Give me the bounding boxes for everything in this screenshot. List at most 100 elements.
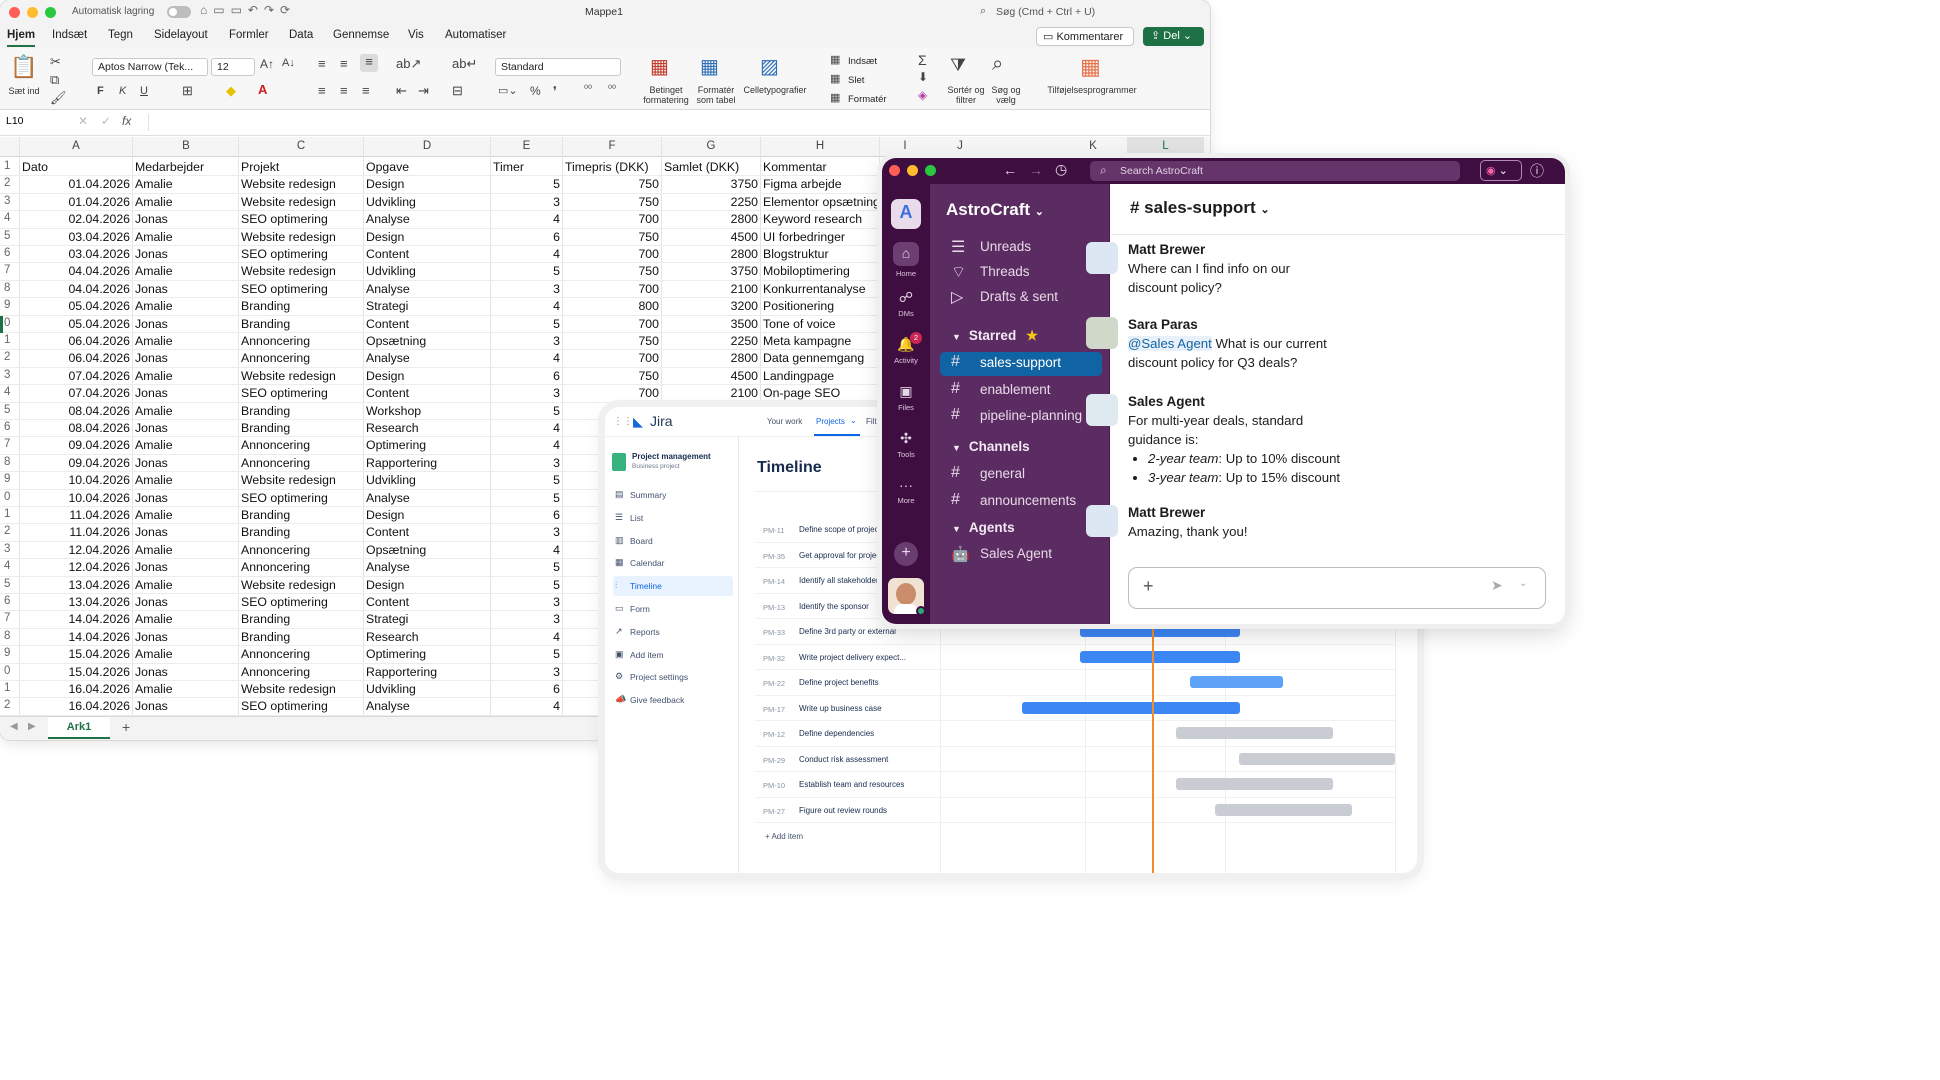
table-cell[interactable]: Website redesign	[241, 230, 363, 244]
timeline-row[interactable]: PM-17 Write up business case	[755, 696, 1395, 721]
row-number[interactable]: 2	[4, 351, 18, 363]
table-cell[interactable]: 09.04.2026	[20, 456, 130, 470]
fill-color-icon[interactable]: ◆	[226, 83, 236, 99]
excel-search-input[interactable]: Søg (Cmd + Ctrl + U)	[996, 6, 1095, 18]
table-cell[interactable]: Opsætning	[366, 334, 490, 348]
table-cell[interactable]: Strategi	[366, 299, 490, 313]
table-cell[interactable]: 5	[491, 264, 560, 278]
timeline-bar[interactable]	[1190, 676, 1283, 688]
row-number[interactable]: 1	[4, 160, 18, 172]
timeline-row[interactable]: PM-10 Establish team and resources	[755, 772, 1395, 798]
mention-sales-agent[interactable]: @Sales Agent	[1128, 336, 1212, 351]
column-header-k[interactable]: K	[1060, 140, 1126, 152]
prev-sheet-icon[interactable]: ◀	[10, 721, 18, 732]
item-key[interactable]: PM-14	[763, 577, 785, 586]
table-cell[interactable]: 5	[491, 560, 560, 574]
align-center-icon[interactable]: ≡	[340, 83, 348, 98]
delete-cells-label[interactable]: Slet	[848, 75, 864, 86]
table-cell[interactable]: SEO optimering	[241, 282, 363, 296]
sheet-tab-ark1[interactable]: Ark1	[48, 717, 110, 739]
item-key[interactable]: PM-29	[763, 756, 785, 765]
back-arrow-icon[interactable]: ←	[1003, 162, 1017, 178]
sidebar-item-summary[interactable]: ▤ Summary	[613, 485, 733, 505]
table-cell[interactable]: 750	[563, 369, 659, 383]
tab-sidelayout[interactable]: Sidelayout	[154, 29, 208, 41]
table-cell[interactable]: Jonas	[135, 212, 239, 226]
message-author[interactable]: Sara Paras	[1128, 315, 1548, 334]
table-cell[interactable]: 05.04.2026	[20, 299, 130, 313]
table-cell[interactable]: Amalie	[135, 682, 239, 696]
row-number[interactable]: 0	[4, 665, 18, 677]
format-cells-label[interactable]: Formatér	[848, 94, 887, 105]
table-cell[interactable]: Branding	[241, 421, 363, 435]
nav-your-work[interactable]: Your work	[767, 417, 802, 426]
table-cell[interactable]: 2250	[662, 334, 758, 348]
row-number[interactable]: 8	[4, 630, 18, 642]
table-cell[interactable]: Udvikling	[366, 264, 490, 278]
slack-zoom-button[interactable]	[925, 165, 936, 176]
table-cell[interactable]: 11.04.2026	[20, 508, 130, 522]
table-cell[interactable]: Annoncering	[241, 351, 363, 365]
row-number[interactable]: 3	[4, 369, 18, 381]
table-cell[interactable]: Analyse	[366, 699, 490, 713]
table-cell[interactable]: 4	[491, 438, 560, 452]
table-cell[interactable]: Analyse	[366, 560, 490, 574]
table-cell[interactable]: SEO optimering	[241, 247, 363, 261]
row-number[interactable]: 1	[4, 334, 18, 346]
row-number[interactable]: 8	[4, 456, 18, 468]
number-format-select[interactable]: Standard	[495, 58, 621, 76]
table-cell[interactable]: 4	[491, 212, 560, 226]
row-number[interactable]: 5	[4, 230, 18, 242]
font-size-select[interactable]: 12	[211, 58, 255, 76]
header-cell[interactable]: Timer	[493, 160, 562, 174]
table-cell[interactable]: 3	[491, 456, 560, 470]
table-cell[interactable]: 15.04.2026	[20, 647, 130, 661]
row-number[interactable]: 9	[4, 473, 18, 485]
table-cell[interactable]: Strategi	[366, 612, 490, 626]
workspace-logo-icon[interactable]: A	[891, 199, 921, 229]
table-cell[interactable]: SEO optimering	[241, 491, 363, 505]
decrease-indent-icon[interactable]: ⇤	[396, 83, 407, 99]
table-cell[interactable]: 12.04.2026	[20, 560, 130, 574]
column-header-f[interactable]: F	[563, 140, 661, 152]
table-cell[interactable]: Jonas	[135, 351, 239, 365]
tab-automatiser[interactable]: Automatiser	[445, 29, 506, 41]
table-cell[interactable]: 750	[563, 264, 659, 278]
table-cell[interactable]: 3	[491, 386, 560, 400]
insert-cells-icon[interactable]: ▦	[830, 53, 840, 66]
table-cell[interactable]: 14.04.2026	[20, 630, 130, 644]
timeline-row[interactable]: PM-12 Define dependencies	[755, 721, 1395, 747]
table-cell[interactable]: 3750	[662, 264, 758, 278]
autosum-icon[interactable]: Σ	[918, 52, 927, 68]
header-cell[interactable]: Timepris (DKK)	[565, 160, 661, 174]
font-name-select[interactable]: Aptos Narrow (Tek...	[92, 58, 208, 76]
message-author[interactable]: Sales Agent	[1128, 392, 1548, 411]
sidebar-item-form[interactable]: ▭ Form	[613, 599, 733, 619]
table-cell[interactable]: 700	[563, 317, 659, 331]
item-key[interactable]: PM-33	[763, 628, 785, 637]
item-summary[interactable]: Define dependencies	[799, 729, 929, 738]
tab-data[interactable]: Data	[289, 29, 313, 41]
help-icon[interactable]: ⓘ	[1530, 161, 1544, 181]
project-name[interactable]: Project management	[632, 452, 711, 461]
addins-icon[interactable]: ▦	[1080, 54, 1101, 80]
row-number[interactable]: 7	[4, 612, 18, 624]
column-header-c[interactable]: C	[239, 140, 363, 152]
channel-enablement[interactable]: # enablement	[940, 379, 1102, 403]
table-cell[interactable]: 4500	[662, 230, 758, 244]
message-author[interactable]: Matt Brewer	[1128, 240, 1548, 259]
table-cell[interactable]: Workshop	[366, 404, 490, 418]
row-number[interactable]: 0	[4, 491, 18, 503]
table-cell[interactable]: 13.04.2026	[20, 595, 130, 609]
timeline-row[interactable]: PM-29 Conduct risk assessment	[755, 747, 1395, 772]
tab-vis[interactable]: Vis	[408, 29, 424, 41]
table-cell[interactable]: 5	[491, 177, 560, 191]
item-summary[interactable]: Define project benefits	[799, 678, 929, 687]
enter-icon[interactable]: ✓	[101, 114, 111, 128]
table-cell[interactable]: Data gennemgang	[763, 351, 879, 365]
table-cell[interactable]: 4	[491, 299, 560, 313]
table-cell[interactable]: 5	[491, 473, 560, 487]
table-cell[interactable]: 07.04.2026	[20, 386, 130, 400]
table-cell[interactable]: Analyse	[366, 351, 490, 365]
increase-decimal-icon[interactable]: ⁰⁰	[584, 84, 592, 95]
